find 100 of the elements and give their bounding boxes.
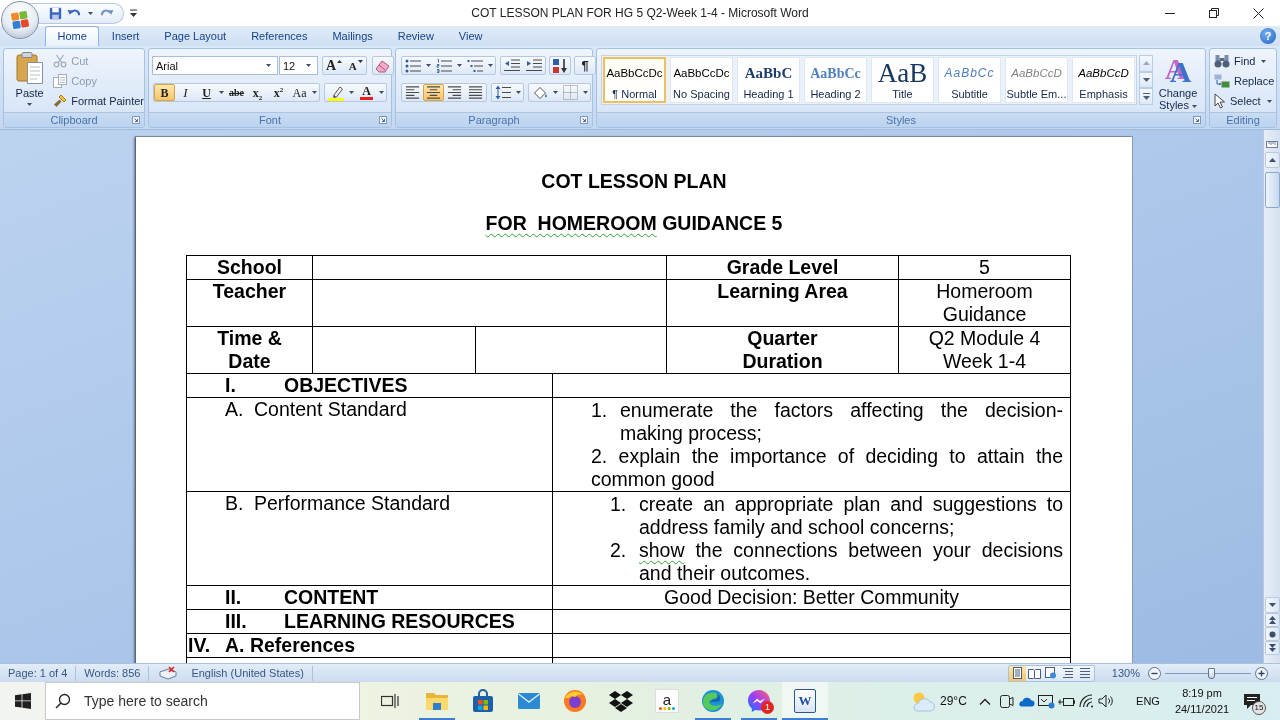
- word-count[interactable]: Words: 856: [76, 664, 149, 682]
- taskbar-app-button[interactable]: a: [644, 682, 690, 720]
- multilevel-list-icon: [467, 58, 483, 73]
- ribbon-tab[interactable]: Mailings: [319, 26, 386, 46]
- style-tile[interactable]: AaBbCc Subtitle: [938, 57, 1001, 103]
- dropdown-caret-icon: [1261, 59, 1267, 63]
- style-tile[interactable]: AaBbCcDc ¶ Normal: [603, 57, 666, 103]
- section-title: LEARNING RESOURCES: [284, 610, 515, 633]
- ribbon-tab[interactable]: View: [446, 26, 495, 46]
- bold-button[interactable]: B: [154, 84, 175, 101]
- subscript-button[interactable]: x$_{2}$: [247, 84, 268, 101]
- underline-button[interactable]: U: [196, 84, 217, 101]
- align-justify-icon: [468, 85, 483, 100]
- ribbon-tab[interactable]: Page Layout: [151, 26, 239, 46]
- dropdown-caret-icon[interactable]: [553, 91, 558, 94]
- style-tile[interactable]: AaB Title: [871, 57, 934, 103]
- dropdown-caret-icon[interactable]: [349, 91, 354, 94]
- scrollbar-thumb[interactable]: [1264, 172, 1280, 208]
- dialog-launcher-icon[interactable]: [132, 116, 140, 124]
- print-layout-view-button[interactable]: [1008, 665, 1026, 681]
- dialog-launcher-icon[interactable]: [1193, 116, 1201, 124]
- page-indicator[interactable]: Page: 1 of 4: [0, 664, 76, 682]
- section-title: Performance Standard: [254, 492, 451, 515]
- ribbon-tab[interactable]: Insert: [99, 26, 152, 46]
- highlight-button[interactable]: [325, 84, 347, 101]
- speaker-icon[interactable]: [1098, 694, 1114, 708]
- style-tile[interactable]: AaBbCcD Emphasis: [1072, 57, 1135, 103]
- monitor-icon[interactable]: [1037, 693, 1055, 709]
- find-button[interactable]: Find: [1214, 51, 1275, 71]
- dropdown-caret-icon[interactable]: [88, 11, 93, 15]
- cursor-arrow-icon: [1214, 93, 1226, 109]
- taskbar-app-button[interactable]: W: [782, 682, 828, 720]
- input-language-button[interactable]: ENG: [1116, 695, 1172, 707]
- notification-center-button[interactable]: 15: [1232, 682, 1272, 720]
- show-formatting-marks-button[interactable]: ¶: [574, 56, 596, 75]
- gallery-more-button[interactable]: [1139, 88, 1153, 105]
- dropdown-caret-icon[interactable]: [312, 91, 317, 94]
- zoom-level-button[interactable]: 130%: [1111, 667, 1140, 679]
- paste-button[interactable]: Paste: [8, 49, 52, 112]
- change-case-button[interactable]: Aa: [289, 84, 310, 101]
- font-name-combobox[interactable]: Arial: [152, 56, 278, 75]
- dialog-launcher-icon[interactable]: [580, 116, 588, 124]
- italic-button[interactable]: I: [175, 84, 196, 101]
- numbering-button[interactable]: [433, 57, 455, 74]
- clear-formatting-button[interactable]: [372, 56, 395, 75]
- scroll-down-button[interactable]: [1264, 597, 1280, 613]
- replace-button[interactable]: Replace: [1214, 71, 1275, 91]
- increase-indent-button[interactable]: [523, 57, 545, 74]
- binoculars-icon: [1214, 54, 1230, 68]
- chevron-up-icon[interactable]: [979, 697, 991, 705]
- style-tile[interactable]: AaBbCcD Subtle Em...: [1005, 57, 1068, 103]
- zoom-in-icon[interactable]: [1255, 666, 1268, 680]
- ribbon-tab[interactable]: Home: [45, 26, 100, 46]
- weather-button[interactable]: 29°C: [908, 682, 974, 720]
- language-indicator[interactable]: English (United States): [183, 664, 312, 682]
- save-icon[interactable]: [49, 6, 62, 20]
- strikethrough-button[interactable]: abe: [226, 84, 247, 101]
- next-page-button[interactable]: [1264, 641, 1280, 655]
- shrink-font-button[interactable]: A: [345, 57, 367, 74]
- dots-icon: [659, 706, 675, 710]
- proofing-book-icon[interactable]: [159, 666, 178, 680]
- wifi-icon[interactable]: [1078, 694, 1094, 708]
- font-color-button[interactable]: A: [356, 84, 377, 101]
- zoom-out-icon[interactable]: [1148, 666, 1161, 680]
- superscript-button[interactable]: x$^{2}$: [268, 84, 289, 101]
- previous-page-button[interactable]: [1264, 613, 1280, 627]
- caret-down-icon: [1142, 77, 1150, 82]
- cloud-icon[interactable]: [1017, 695, 1035, 707]
- style-tile[interactable]: AaBbC Heading 1: [737, 57, 800, 103]
- dropdown-caret-icon[interactable]: [426, 64, 431, 67]
- ribbon-tab[interactable]: References: [238, 26, 320, 46]
- font-size-combobox[interactable]: 12: [279, 56, 318, 75]
- sort-button[interactable]: [549, 56, 571, 75]
- dropdown-caret-icon[interactable]: [516, 91, 521, 94]
- dropdown-caret-icon[interactable]: [219, 91, 224, 94]
- change-styles-button[interactable]: A Change Styles: [1156, 55, 1200, 112]
- restore-icon: [1209, 8, 1219, 18]
- align-center-button[interactable]: [423, 84, 444, 101]
- dropdown-caret-icon[interactable]: [488, 64, 493, 67]
- window-title: COT LESSON PLAN FOR HG 5 Q2-Week 1-4 - Microsoft Word: [471, 6, 809, 20]
- dropdown-caret-icon[interactable]: [583, 91, 588, 94]
- ruler-icon[interactable]: [1266, 139, 1278, 149]
- dropdown-caret-icon[interactable]: [379, 91, 384, 94]
- zoom-slider-thumb[interactable]: [1208, 667, 1216, 679]
- decrease-indent-button[interactable]: [501, 57, 523, 74]
- document-title: COT LESSON PLAN: [540, 169, 728, 193]
- clock-button[interactable]: 8:19 pm 24/11/2021: [1172, 685, 1232, 717]
- select-button[interactable]: Select: [1214, 91, 1275, 111]
- format-painter-button[interactable]: Format Painter: [53, 91, 144, 111]
- customize-toolbar-icon[interactable]: [130, 9, 137, 17]
- dropdown-caret-icon[interactable]: [457, 64, 462, 67]
- style-tile[interactable]: AaBbCcDc No Spacing: [670, 57, 733, 103]
- camera-icon[interactable]: [998, 693, 1014, 709]
- grow-font-button[interactable]: A: [323, 57, 346, 74]
- dialog-launcher-icon[interactable]: [379, 116, 387, 124]
- search-field[interactable]: Type here to search: [45, 682, 360, 720]
- style-tile[interactable]: AaBbCc Heading 2: [804, 57, 867, 103]
- ribbon-tab[interactable]: Review: [385, 26, 447, 46]
- browse-object-button[interactable]: [1264, 627, 1280, 641]
- scroll-up-button[interactable]: [1264, 152, 1280, 168]
